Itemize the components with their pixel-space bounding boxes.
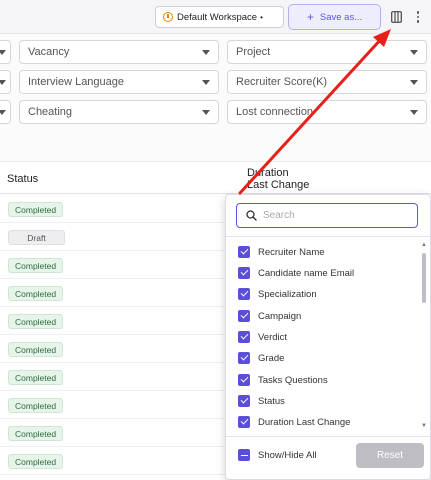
chevron-down-icon	[202, 110, 210, 115]
status-badge: Completed	[8, 286, 64, 301]
recruiter-score-filter-label: Recruiter Score(K)	[236, 76, 328, 88]
column-option-recruiter-name[interactable]: Recruiter Name	[238, 244, 325, 260]
status-badge: Completed	[8, 258, 64, 273]
recruiter-score-filter[interactable]: Recruiter Score(K)	[227, 70, 427, 94]
filter-panel: Vacancy Interview Language Cheating Proj…	[0, 34, 431, 162]
workspace-label: Default Workspace	[177, 11, 258, 23]
lost-connection-filter[interactable]: Lost connection	[227, 100, 427, 124]
columns-icon[interactable]	[388, 8, 404, 26]
filter-stub-2[interactable]	[0, 70, 11, 94]
top-toolbar: Default Workspace • + Save as...	[0, 0, 431, 34]
clock-icon	[163, 12, 173, 22]
save-as-button[interactable]: + Save as...	[288, 4, 381, 30]
more-menu-icon[interactable]	[412, 8, 424, 26]
checkbox-checked[interactable]	[238, 331, 250, 343]
column-picker-popup: Recruiter Name Candidate name Email Spec…	[225, 194, 431, 480]
chevron-down-icon	[410, 80, 418, 85]
chevron-down-icon	[410, 110, 418, 115]
checkbox-checked[interactable]	[238, 352, 250, 364]
column-option-candidate-name-email[interactable]: Candidate name Email	[238, 265, 354, 281]
status-badge: Completed	[8, 202, 64, 217]
save-as-label: Save as...	[319, 11, 363, 23]
cheating-filter[interactable]: Cheating	[19, 100, 219, 124]
status-column-header[interactable]: Status	[7, 173, 38, 185]
status-badge: Completed	[8, 454, 64, 469]
vacancy-filter-label: Vacancy	[28, 46, 70, 58]
workspace-dot: •	[260, 12, 263, 22]
column-option-label: Recruiter Name	[258, 246, 325, 258]
status-badge: Completed	[8, 370, 64, 385]
column-option-label: Status	[258, 395, 285, 407]
checkbox-checked[interactable]	[238, 416, 250, 428]
reset-button[interactable]: Reset	[356, 443, 424, 468]
chevron-down-icon	[410, 50, 418, 55]
show-hide-all-label: Show/Hide All	[258, 449, 317, 461]
duration-column-header[interactable]: Duration Last Change	[247, 167, 309, 191]
status-badge: Completed	[8, 342, 64, 357]
chevron-down-icon	[202, 50, 210, 55]
column-search-box[interactable]	[236, 203, 418, 228]
column-option-label: Candidate name Email	[258, 267, 355, 279]
scrollbar-thumb[interactable]	[422, 253, 426, 303]
search-icon	[246, 210, 257, 221]
duration-header-line2: Last Change	[247, 179, 310, 191]
lost-connection-filter-label: Lost connection	[236, 106, 314, 118]
column-option-specialization[interactable]: Specialization	[238, 286, 317, 302]
divider	[226, 236, 430, 237]
show-hide-all-toggle[interactable]: Show/Hide All	[238, 447, 317, 463]
plus-icon: +	[306, 10, 314, 24]
status-badge: Draft	[8, 230, 65, 245]
status-badge: Completed	[8, 426, 64, 441]
column-option-label: Specialization	[258, 288, 317, 300]
scroll-down-icon[interactable]: ▼	[421, 423, 427, 429]
column-option-duration-last-change[interactable]: Duration Last Change	[238, 414, 350, 430]
status-badge: Completed	[8, 314, 64, 329]
column-option-grade[interactable]: Grade	[238, 350, 284, 366]
checkbox-checked[interactable]	[238, 310, 250, 322]
checkbox-checked[interactable]	[238, 267, 250, 279]
chevron-down-icon	[202, 80, 210, 85]
column-option-tasks-questions[interactable]: Tasks Questions	[238, 372, 328, 388]
column-option-label: Campaign	[258, 310, 302, 322]
column-option-label: Tasks Questions	[258, 374, 328, 386]
interview-language-filter[interactable]: Interview Language	[19, 70, 219, 94]
project-filter[interactable]: Project	[227, 40, 427, 64]
vacancy-filter[interactable]: Vacancy	[19, 40, 219, 64]
status-badge: Completed	[8, 398, 64, 413]
column-option-verdict[interactable]: Verdict	[238, 329, 287, 345]
workspace-select[interactable]: Default Workspace •	[155, 6, 284, 28]
divider	[226, 436, 430, 437]
column-option-status[interactable]: Status	[238, 393, 285, 409]
interview-language-filter-label: Interview Language	[28, 76, 125, 88]
column-option-label: Duration Last Change	[258, 416, 351, 428]
checkbox-checked[interactable]	[238, 246, 250, 258]
column-option-campaign[interactable]: Campaign	[238, 308, 301, 324]
checkbox-checked[interactable]	[238, 288, 250, 300]
column-option-label: Verdict	[258, 331, 288, 343]
cheating-filter-label: Cheating	[28, 106, 73, 118]
duration-header-line1: Duration	[247, 167, 289, 179]
table-header: Status Duration Last Change	[0, 162, 431, 194]
checkbox-checked[interactable]	[238, 395, 250, 407]
column-option-label: Grade	[258, 352, 285, 364]
column-search-input[interactable]	[263, 207, 411, 224]
project-filter-label: Project	[236, 46, 271, 58]
filter-stub-1[interactable]	[0, 40, 11, 64]
filter-stub-3[interactable]	[0, 100, 11, 124]
checkbox-checked[interactable]	[238, 374, 250, 386]
checkbox-indeterminate[interactable]	[238, 449, 250, 461]
